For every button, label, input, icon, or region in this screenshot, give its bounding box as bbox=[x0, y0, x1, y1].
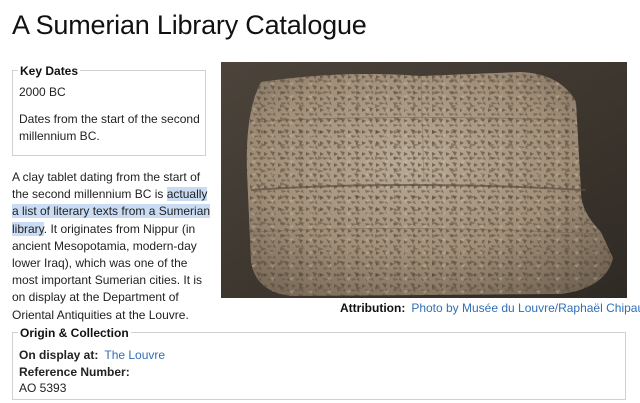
key-date-description: Dates from the start of the second mille… bbox=[19, 112, 200, 143]
reference-value: AO 5393 bbox=[19, 381, 67, 395]
origin-collection-box: Origin & Collection On display at: The Lo… bbox=[12, 325, 626, 400]
reference-label: Reference Number: bbox=[19, 365, 130, 379]
attribution-link[interactable]: Photo by Musée du Louvre/Raphaël Chipaul… bbox=[411, 301, 640, 315]
clay-tablet-image bbox=[221, 62, 627, 298]
photo-attribution: Attribution: Photo by Musée du Louvre/Rap… bbox=[340, 301, 640, 315]
attribution-label: Attribution: bbox=[340, 301, 406, 315]
tablet-photo[interactable] bbox=[221, 62, 627, 298]
description-paragraph: A clay tablet dating from the start of t… bbox=[12, 169, 212, 324]
key-dates-heading: Key Dates bbox=[18, 63, 81, 80]
key-date-value: 2000 BC bbox=[19, 85, 66, 99]
display-location-row: On display at: The Louvre bbox=[19, 347, 165, 364]
display-label: On display at: bbox=[19, 348, 99, 362]
page-title: A Sumerian Library Catalogue bbox=[12, 10, 367, 40]
description-text-end: . It originates from Nippur (in ancient … bbox=[12, 221, 203, 322]
origin-heading: Origin & Collection bbox=[18, 325, 131, 342]
key-dates-box: Key Dates 2000 BC Dates from the start o… bbox=[12, 63, 206, 156]
display-location-link[interactable]: The Louvre bbox=[104, 348, 165, 362]
